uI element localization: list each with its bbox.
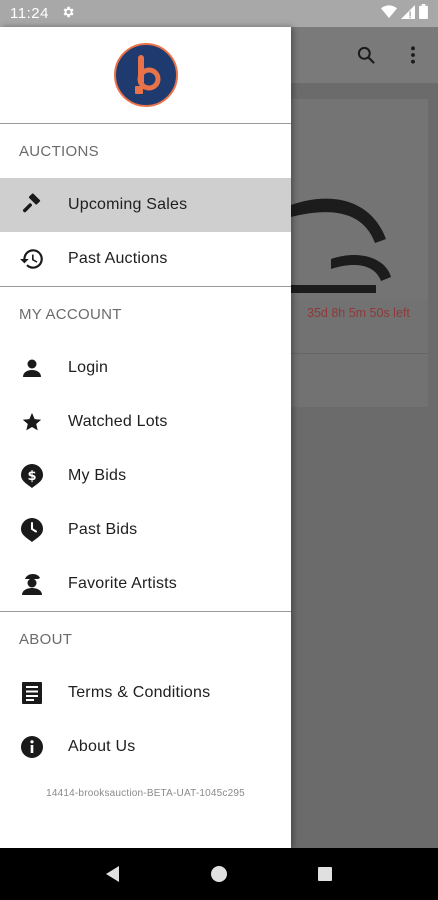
nav-item-login[interactable]: Login — [0, 341, 291, 395]
card-divider — [291, 353, 428, 354]
nav-item-watched-lots[interactable]: Watched Lots — [0, 395, 291, 449]
battery-icon — [419, 4, 428, 23]
brand-logo — [113, 43, 178, 107]
section-header-about: ABOUT — [19, 630, 73, 648]
document-icon — [0, 681, 68, 705]
gavel-icon — [0, 193, 68, 217]
lot-image — [291, 99, 428, 299]
section-header-auctions: AUCTIONS — [19, 142, 99, 160]
navigation-drawer: AUCTIONS Upcoming Sales Past Auctions MY… — [0, 27, 291, 848]
nav-label-favorite-artists: Favorite Artists — [68, 575, 178, 592]
clock-pin-icon — [0, 517, 68, 543]
nav-item-past-auctions[interactable]: Past Auctions — [0, 232, 291, 286]
nav-label-login: Login — [68, 359, 109, 376]
nav-label-my-bids: My Bids — [68, 467, 127, 484]
nav-item-about-us[interactable]: About Us — [0, 720, 291, 774]
nav-label-watched-lots: Watched Lots — [68, 413, 168, 430]
system-nav-bar — [0, 848, 438, 900]
recents-icon[interactable] — [305, 854, 345, 894]
nav-label-about-us: About Us — [68, 738, 136, 755]
nav-label-past-bids: Past Bids — [68, 521, 138, 538]
back-icon[interactable] — [93, 854, 133, 894]
lot-time-left: 35d 8h 5m 50s left — [307, 306, 410, 320]
home-icon[interactable] — [199, 854, 239, 894]
nav-label-terms-conditions: Terms & Conditions — [68, 684, 211, 701]
app-version: 14414-brooksauction-BETA-UAT-1045c295 — [46, 788, 245, 799]
artist-icon — [0, 572, 68, 596]
drawer-header — [0, 27, 291, 124]
nav-label-upcoming-sales: Upcoming Sales — [68, 196, 188, 213]
signal-icon — [401, 4, 415, 23]
section-header-my-account: MY ACCOUNT — [19, 305, 122, 323]
nav-item-favorite-artists[interactable]: Favorite Artists — [0, 557, 291, 611]
history-icon — [0, 246, 68, 272]
status-bar: 11:24 — [0, 0, 438, 27]
nav-item-terms-conditions[interactable]: Terms & Conditions — [0, 666, 291, 720]
status-time: 11:24 — [10, 5, 49, 22]
lot-card[interactable]: 35d 8h 5m 50s left — [291, 99, 428, 407]
svg-text:$: $ — [27, 469, 36, 484]
gear-icon — [61, 5, 75, 23]
info-icon — [0, 735, 68, 759]
more-vert-icon[interactable] — [403, 45, 423, 70]
wifi-icon — [381, 4, 397, 23]
nav-item-my-bids[interactable]: $ My Bids — [0, 449, 291, 503]
person-icon — [0, 356, 68, 380]
dollar-pin-icon: $ — [0, 463, 68, 489]
nav-label-past-auctions: Past Auctions — [68, 250, 168, 267]
nav-item-past-bids[interactable]: Past Bids — [0, 503, 291, 557]
star-icon — [0, 411, 68, 433]
search-icon[interactable] — [356, 45, 376, 70]
nav-item-upcoming-sales[interactable]: Upcoming Sales — [0, 178, 291, 232]
